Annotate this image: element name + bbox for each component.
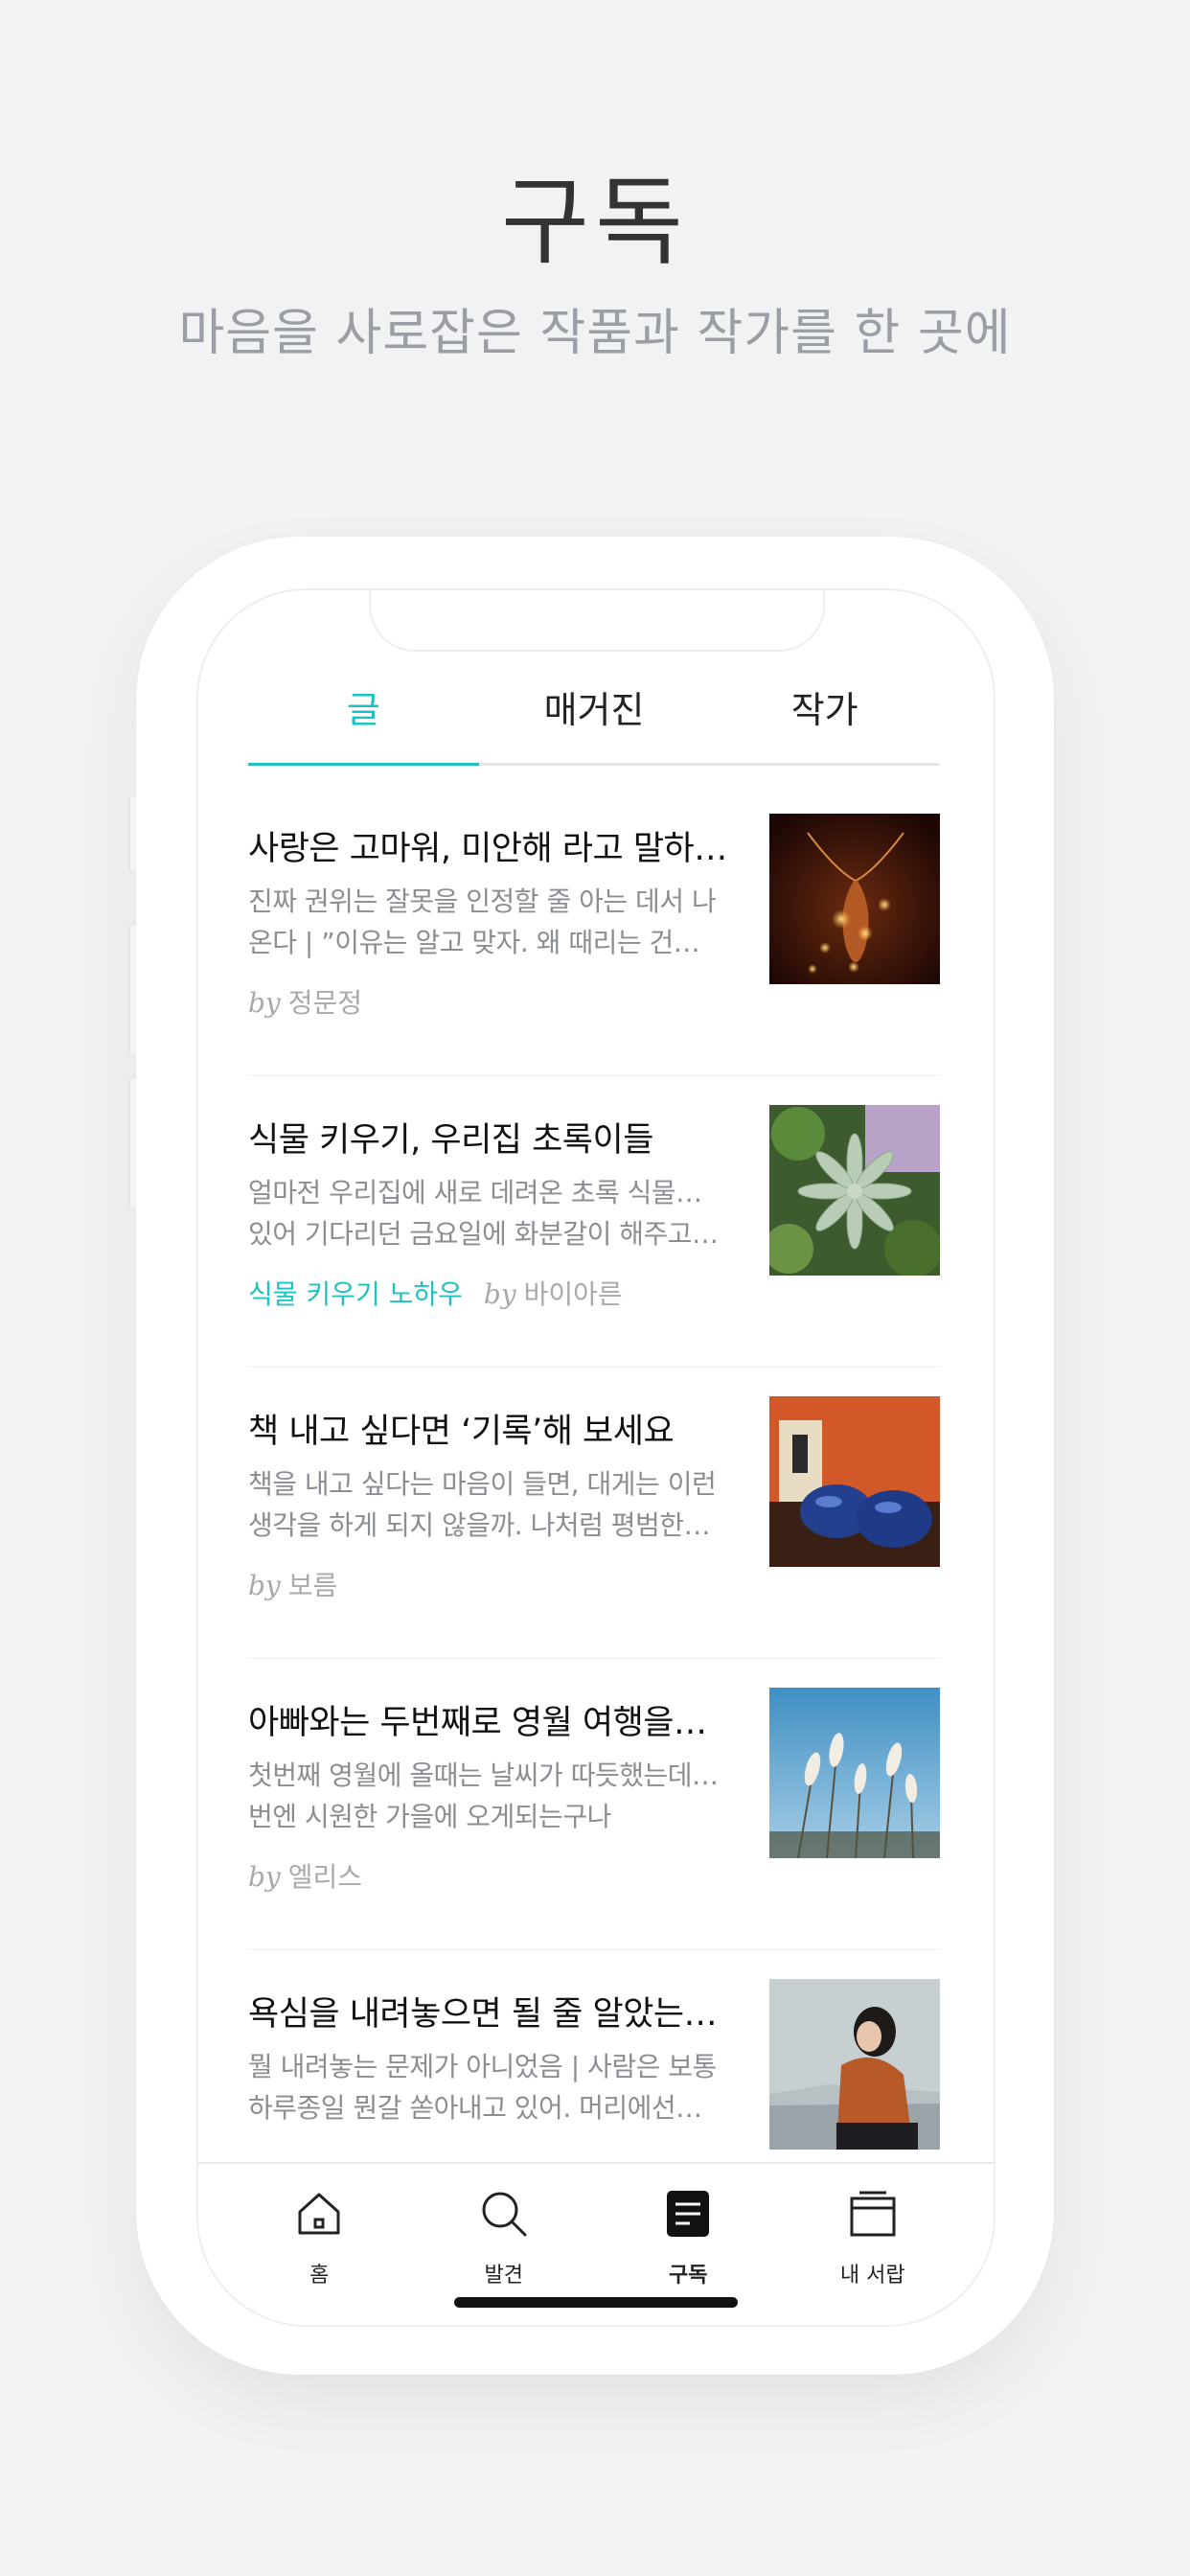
- nav-home[interactable]: 홈: [227, 2164, 412, 2325]
- article-meta: by 엘리스: [248, 1856, 362, 1895]
- nav-drawer-label: 내 서랍: [839, 2264, 905, 2288]
- article-excerpt: 얼마전 우리집에 새로 데려온 초록 식물들이 있어 기다리던 금요일에 화분갈…: [248, 1172, 722, 1254]
- article-excerpt-line: 첫번째 영월에 올때는 날씨가 따듯했는데 이: [248, 1760, 722, 1791]
- bottom-tab-bar: 홈 발견 구독 내 서랍: [198, 2162, 994, 2325]
- article-excerpt: 책을 내고 싶다는 마음이 들면, 대게는 이런 생각을 하게 되지 않을까. …: [248, 1463, 722, 1546]
- woman-sitting-image: [769, 1979, 940, 2150]
- magazine-name[interactable]: 식물 키우기 노하우: [248, 1278, 463, 1310]
- succulent-plant-thumbnail[interactable]: [769, 1105, 940, 1276]
- article-excerpt-line: 온다 | ”이유는 알고 맞자. 왜 때리는 건데…: [248, 927, 722, 958]
- article-excerpt-line: 번엔 시원한 가을에 오게되는구나: [248, 1801, 611, 1832]
- by-label: by: [248, 987, 281, 1019]
- article-item[interactable]: 식물 키우기, 우리집 초록이들 얼마전 우리집에 새로 데려온 초록 식물들이…: [248, 1076, 940, 1368]
- article-item[interactable]: 아빠와는 두번째로 영월 여행을… 첫번째 영월에 올때는 날씨가 따듯했는데 …: [248, 1659, 940, 1950]
- phone-notch: [369, 590, 825, 652]
- nav-discover-label: 발견: [484, 2264, 523, 2288]
- warm-light-sculpture-thumbnail[interactable]: [769, 814, 940, 984]
- woman-sitting-thumbnail[interactable]: [769, 1979, 940, 2150]
- article-title[interactable]: 사랑은 고마워, 미안해 라고 말하…: [248, 821, 727, 870]
- by-label: by: [248, 1861, 281, 1893]
- tab-posts[interactable]: 글: [248, 667, 479, 766]
- author-name[interactable]: 보름: [288, 1570, 338, 1601]
- article-excerpt-line: 책을 내고 싶다는 마음이 들면, 대게는 이런: [248, 1468, 717, 1500]
- article-excerpt-line: 얼마전 우리집에 새로 데려온 초록 식물들이: [248, 1177, 722, 1208]
- pampas-grass-thumbnail[interactable]: [769, 1688, 940, 1858]
- article-excerpt: 뭘 내려놓는 문제가 아니었음 | 사람은 보통 하루종일 뭔갈 쏟아내고 있어…: [248, 2046, 722, 2128]
- page-title: 구독: [501, 166, 689, 278]
- blue-objects-image: [769, 1396, 940, 1567]
- article-excerpt-line: 있어 기다리던 금요일에 화분갈이 해주고…: [248, 1218, 719, 1250]
- author-name[interactable]: 바이아른: [524, 1278, 623, 1310]
- search-icon: [482, 2192, 527, 2237]
- page-subtitle: 마음을 사로잡은 작품과 작가를 한 곳에: [178, 305, 1012, 362]
- article-excerpt-line: 생각을 하게 되지 않을까. 나처럼 평범한…: [248, 1509, 711, 1541]
- succulent-plant-image: [769, 1105, 940, 1276]
- article-excerpt: 첫번째 영월에 올때는 날씨가 따듯했는데 이 번엔 시원한 가을에 오게되는구…: [248, 1755, 722, 1837]
- nav-home-label: 홈: [309, 2264, 330, 2288]
- drawer-icon: [850, 2191, 896, 2237]
- article-excerpt-line: 하루종일 뭔갈 쏟아내고 있어. 머리에선…: [248, 2092, 702, 2124]
- article-excerpt: 진짜 권위는 잘못을 인정할 줄 아는 데서 나 온다 | ”이유는 알고 맞자…: [248, 881, 722, 963]
- pampas-grass-image: [769, 1688, 940, 1858]
- article-list: 사랑은 고마워, 미안해 라고 말하… 진짜 권위는 잘못을 인정할 줄 아는 …: [248, 785, 940, 2241]
- nav-subscribe-label: 구독: [669, 2264, 708, 2288]
- author-name[interactable]: 엘리스: [288, 1861, 362, 1893]
- phone-screen: 글 매거진 작가 사랑은 고마워, 미안해 라고 말하… 진짜 권위는 잘못을 …: [196, 588, 995, 2327]
- article-item[interactable]: 책 내고 싶다면 ‘기록’해 보세요 책을 내고 싶다는 마음이 들면, 대게는…: [248, 1368, 940, 1659]
- author-name[interactable]: 정문정: [288, 987, 362, 1019]
- article-title[interactable]: 식물 키우기, 우리집 초록이들: [248, 1113, 727, 1162]
- article-title[interactable]: 아빠와는 두번째로 영월 여행을…: [248, 1695, 727, 1744]
- article-meta: by 보름: [248, 1565, 337, 1603]
- article-excerpt-line: 뭘 내려놓는 문제가 아니었음 | 사람은 보통: [248, 2051, 717, 2082]
- home-indicator[interactable]: [454, 2297, 738, 2308]
- article-item[interactable]: 사랑은 고마워, 미안해 라고 말하… 진짜 권위는 잘못을 인정할 줄 아는 …: [248, 785, 940, 1076]
- article-excerpt-line: 진짜 권위는 잘못을 인정할 줄 아는 데서 나: [248, 886, 717, 917]
- warm-light-sculpture-image: [769, 814, 940, 984]
- tab-magazines[interactable]: 매거진: [479, 667, 710, 763]
- by-label: by: [248, 1570, 281, 1601]
- article-meta: 식물 키우기 노하우 by 바이아른: [248, 1274, 623, 1312]
- subscribe-icon: [667, 2191, 710, 2237]
- tab-bar: 글 매거진 작가: [248, 667, 940, 766]
- article-title[interactable]: 욕심을 내려놓으면 될 줄 알았는…: [248, 1987, 727, 2036]
- article-title[interactable]: 책 내고 싶다면 ‘기록’해 보세요: [248, 1404, 727, 1453]
- article-meta: by 정문정: [248, 982, 362, 1021]
- blue-objects-thumbnail[interactable]: [769, 1396, 940, 1567]
- nav-drawer[interactable]: 내 서랍: [781, 2164, 966, 2325]
- tab-writers[interactable]: 작가: [709, 667, 940, 763]
- home-icon: [298, 2193, 340, 2235]
- by-label: by: [483, 1278, 516, 1310]
